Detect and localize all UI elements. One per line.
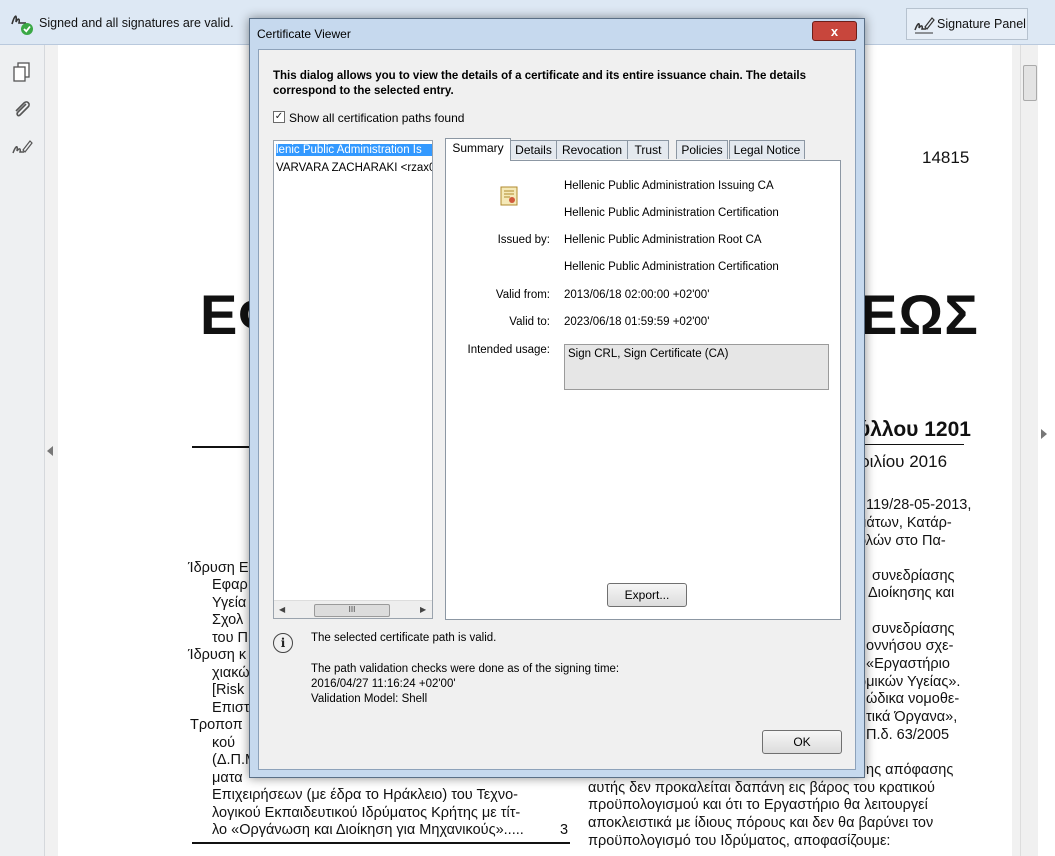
info-icon: i [273, 633, 293, 653]
certificate-icon [500, 186, 518, 206]
prev-page-arrow-icon[interactable] [47, 446, 53, 456]
tab-summary[interactable]: Summary [445, 138, 511, 161]
headline-right: ΕΩΣ [860, 283, 979, 346]
text-line: Π.δ. 63/2005 [866, 727, 950, 743]
signature-panel-label: Signature Panel [937, 17, 1026, 31]
path-valid-status: The selected certificate path is valid. [311, 632, 497, 644]
text-line: 119/28-05-2013, [866, 497, 972, 513]
scroll-right-icon[interactable]: ▶ [420, 605, 426, 614]
toc-line: Ίδρυση Ε [188, 560, 249, 576]
valid-from-value: 2013/06/18 02:00:00 +02'00' [564, 289, 710, 301]
subject-name: Hellenic Public Administration Issuing C… [564, 180, 774, 192]
scroll-left-icon[interactable]: ◀ [279, 605, 285, 614]
issued-by-name: Hellenic Public Administration Root CA [564, 234, 762, 246]
toc-line: Υγεία [212, 595, 247, 611]
ok-button[interactable]: OK [762, 730, 842, 754]
validation-checks-text: The path validation checks were done as … [311, 663, 620, 675]
toc-line: του Π [212, 630, 249, 646]
text-line: Διοίκησης και [868, 585, 955, 601]
toc-page-number: 3 [560, 822, 569, 838]
text-line: ολών στο Πα- [858, 533, 946, 549]
toc-line: κού [212, 735, 236, 751]
tab-revocation[interactable]: Revocation [556, 140, 628, 159]
dialog-intro: This dialog allows you to view the detai… [273, 70, 806, 97]
certificate-viewer-dialog: Certificate Viewer x This dialog allows … [249, 18, 865, 778]
issue-title: ύλλου 1201 [858, 418, 971, 441]
pages-icon[interactable] [11, 61, 33, 83]
subject-org: Hellenic Public Administration Certifica… [564, 207, 779, 219]
toc-line: Εφαρ [212, 577, 248, 593]
text-line: συνεδρίασης [872, 621, 955, 637]
tab-trust[interactable]: Trust [627, 140, 669, 159]
toc-line: Σχολ [212, 612, 244, 628]
next-page-arrow-icon[interactable] [1041, 429, 1047, 439]
valid-to-label: Valid to: [509, 316, 550, 328]
left-nav-panel [0, 45, 45, 856]
export-button[interactable]: Export... [607, 583, 687, 607]
show-all-paths-label[interactable]: Show all certification paths found [289, 111, 464, 125]
text-line: συνεδρίασης [872, 568, 955, 584]
tree-item-signer[interactable]: VARVARA ZACHARAKI <rzax0 [276, 162, 432, 174]
intended-usage-box: Sign CRL, Sign Certificate (CA) [564, 344, 829, 390]
toc-line: λογικού Εκπαιδευτικού Ιδρύματος Κρήτης μ… [212, 805, 521, 821]
text-line: μάτων, Κατάρ- [858, 515, 952, 531]
toc-line: [Risk [212, 682, 245, 698]
text-line: ης απόφασης [866, 762, 954, 778]
dialog-title: Certificate Viewer [257, 27, 351, 41]
issue-date: ριλίου 2016 [860, 452, 948, 471]
intended-usage-label: Intended usage: [467, 344, 551, 356]
text-line: ώδικα νομοθε- [866, 691, 960, 707]
signature-status-text: Signed and all signatures are valid. [39, 16, 234, 30]
valid-to-value: 2023/06/18 01:59:59 +02'00' [564, 316, 710, 328]
text-line: αποκλειστικά με ίδιους πόρους και δεν θα… [588, 815, 934, 831]
paperclip-icon[interactable] [11, 98, 33, 120]
signature-valid-icon [11, 15, 33, 35]
issued-by-org: Hellenic Public Administration Certifica… [564, 261, 779, 273]
text-line: «Εργαστήριο [866, 656, 950, 672]
text-line: οννήσου σχε- [866, 638, 954, 654]
certificate-chain-tree[interactable]: lenic Public Administration Is VARVARA Z… [273, 140, 433, 619]
text-line: προϋπολογισμού και ότι το Εργαστήριο θα … [588, 797, 928, 813]
tab-legal-notice[interactable]: Legal Notice [729, 140, 805, 159]
toc-line: Επιστ [212, 700, 250, 716]
divider [862, 444, 964, 445]
valid-from-label: Valid from: [495, 289, 550, 301]
close-button[interactable]: x [812, 21, 857, 41]
text-line: ομικών Υγείας». [858, 674, 961, 690]
scrollbar-thumb[interactable] [1023, 65, 1037, 101]
summary-panel: Hellenic Public Administration Issuing C… [445, 160, 841, 620]
page-number: 14815 [922, 148, 970, 167]
signature-panel-button[interactable]: Signature Panel [906, 8, 1028, 40]
toc-line: Επιχειρήσεων (με έδρα το Ηράκλειο) του Τ… [212, 787, 518, 803]
tree-horizontal-scrollbar[interactable]: ◀ III ▶ [274, 600, 432, 618]
divider [192, 446, 252, 448]
text-line: τικά Όργανα», [866, 709, 958, 725]
signature-pen-icon [914, 17, 935, 34]
signature-pen-icon[interactable] [11, 137, 33, 159]
scrollbar-thumb[interactable]: III [314, 604, 390, 617]
toc-line: χιακώ [212, 665, 250, 681]
validation-model: Validation Model: Shell [311, 693, 428, 705]
toc-line: λο «Οργάνωση και Διοίκηση για Μηχανικούς… [212, 822, 524, 838]
show-all-paths-checkbox[interactable]: ✓ [273, 111, 285, 123]
toc-line: Ίδρυση κ [188, 647, 247, 663]
dialog-body: This dialog allows you to view the detai… [258, 49, 856, 770]
tree-item-issuing-ca[interactable]: lenic Public Administration Is [276, 144, 432, 156]
vertical-scrollbar[interactable] [1020, 45, 1038, 856]
tab-details[interactable]: Details [510, 140, 557, 159]
toc-line: ματα [212, 770, 243, 786]
text-line: προϋπολογισμό του Ιδρύματος, αποφασίζουμ… [588, 833, 891, 849]
text-line: αυτής δεν προκαλείται δαπάνη εις βάρος τ… [588, 780, 935, 796]
toc-line: Τροποπ [190, 717, 243, 733]
tab-policies[interactable]: Policies [676, 140, 728, 159]
issued-by-label: Issued by: [497, 234, 550, 246]
signing-time: 2016/04/27 11:16:24 +02'00' [311, 678, 456, 690]
divider [192, 842, 570, 844]
